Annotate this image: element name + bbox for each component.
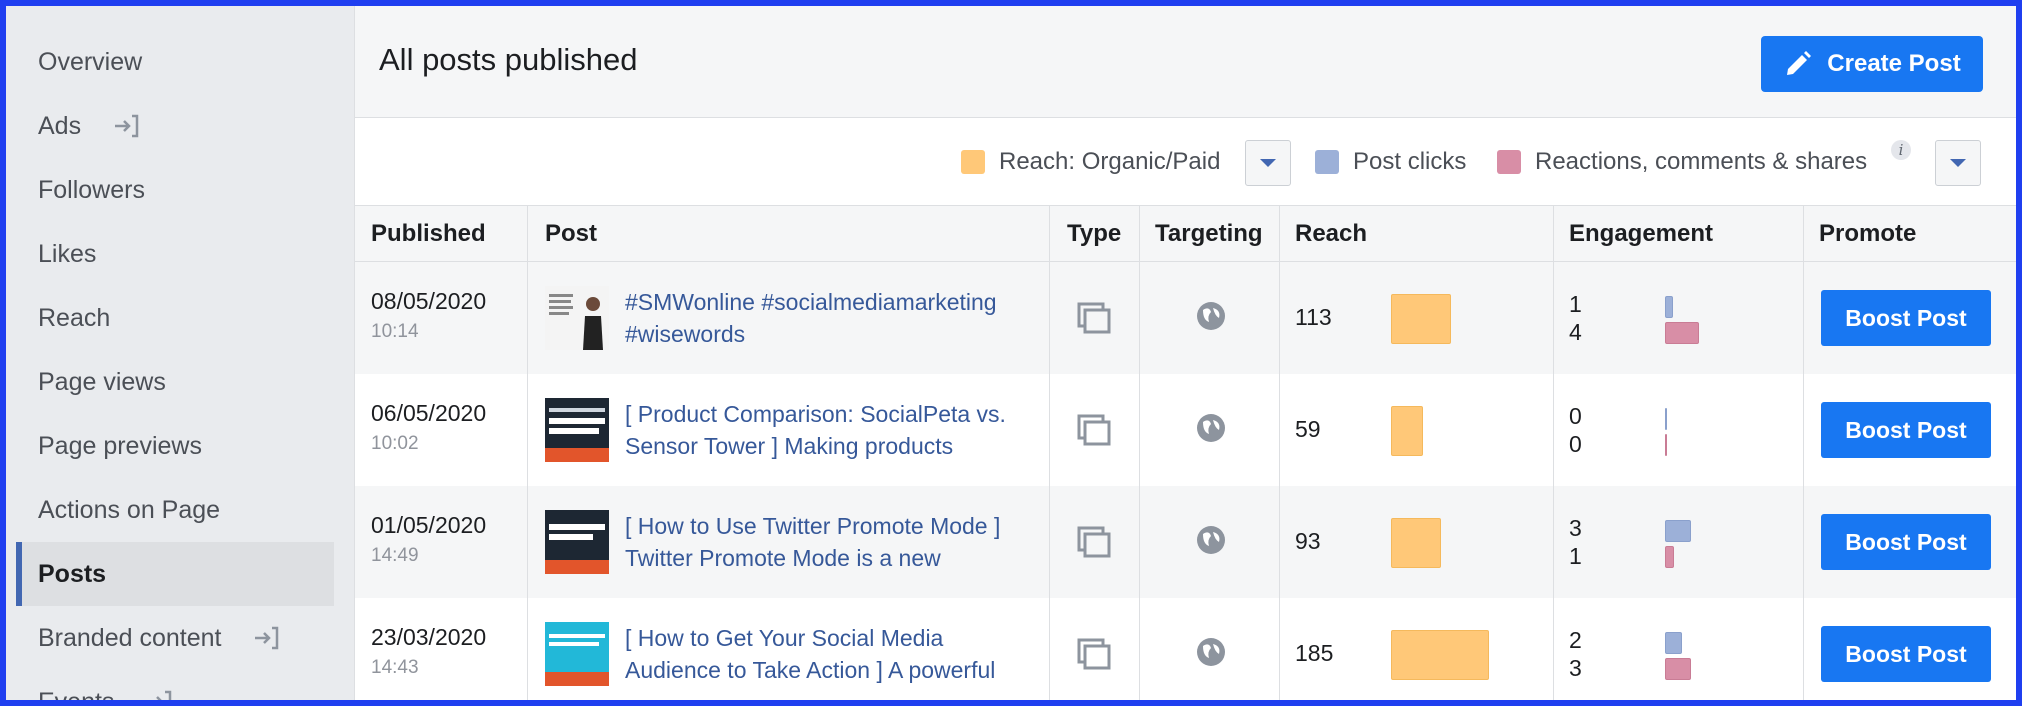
globe-icon bbox=[1197, 414, 1225, 442]
engagement-values: 1 4 bbox=[1569, 291, 1582, 345]
column-reach[interactable]: Reach bbox=[1295, 206, 1367, 262]
post-title-link[interactable]: #SMWonline #socialmediamarketing #wisewo… bbox=[625, 286, 1035, 350]
published-cell: 23/03/2020 14:43 bbox=[371, 624, 487, 678]
legend-reach: Reach: Organic/Paid bbox=[961, 118, 1220, 206]
sidebar-item-reach[interactable]: Reach bbox=[16, 286, 334, 350]
clicks-bar[interactable] bbox=[1665, 408, 1667, 430]
boost-post-button[interactable]: Boost Post bbox=[1821, 402, 1991, 458]
reach-value: 93 bbox=[1295, 528, 1321, 554]
sidebar: Overview Ads Followers Likes Reach Page … bbox=[6, 6, 354, 700]
multi-photo-post-type-icon bbox=[1077, 302, 1111, 334]
pencil-icon bbox=[1787, 51, 1812, 75]
reach-bar[interactable] bbox=[1391, 630, 1489, 680]
reach-value: 59 bbox=[1295, 416, 1321, 442]
reactions-bar[interactable] bbox=[1665, 434, 1667, 456]
reach-value: 113 bbox=[1295, 304, 1332, 330]
sidebar-item-overview[interactable]: Overview bbox=[16, 30, 334, 94]
multi-photo-post-type-icon bbox=[1077, 638, 1111, 670]
legend-post-clicks: Post clicks bbox=[1315, 118, 1466, 206]
post-title-link[interactable]: [ How to Get Your Social Media Audience … bbox=[625, 622, 1035, 686]
sidebar-item-events[interactable]: Events bbox=[16, 670, 334, 700]
clicks-bar[interactable] bbox=[1665, 520, 1691, 542]
column-divider bbox=[1049, 206, 1050, 700]
post-thumbnail-image bbox=[545, 510, 609, 574]
published-cell: 01/05/2020 14:49 bbox=[371, 512, 487, 566]
engagement-values: 2 3 bbox=[1569, 627, 1582, 681]
post-thumbnail-image bbox=[545, 622, 609, 686]
table-row: 06/05/2020 10:02 [ Product Comparison: S… bbox=[355, 374, 2016, 486]
sidebar-item-ads[interactable]: Ads bbox=[16, 94, 334, 158]
reach-value: 185 bbox=[1295, 640, 1334, 666]
reach-bar[interactable] bbox=[1391, 294, 1451, 344]
reactions-bar[interactable] bbox=[1665, 322, 1699, 344]
column-divider bbox=[1803, 206, 1804, 700]
reactions-bar[interactable] bbox=[1665, 546, 1674, 568]
multi-photo-post-type-icon bbox=[1077, 414, 1111, 446]
legend-reactions: Reactions, comments & shares bbox=[1497, 118, 1867, 206]
reach-swatch bbox=[961, 150, 985, 174]
post-thumbnail[interactable] bbox=[545, 510, 609, 574]
create-post-button[interactable]: Create Post bbox=[1761, 36, 1983, 92]
post-thumbnail-image bbox=[545, 398, 609, 462]
column-divider bbox=[1553, 206, 1554, 700]
published-cell: 08/05/2020 10:14 bbox=[371, 288, 487, 342]
post-thumbnail[interactable] bbox=[545, 286, 609, 350]
column-engagement[interactable]: Engagement bbox=[1569, 206, 1713, 262]
panel-header: All posts published Create Post bbox=[355, 6, 2016, 118]
table-row: 08/05/2020 10:14 #SMWonline #socialmedia… bbox=[355, 262, 2016, 374]
table-row: 01/05/2020 14:49 [ How to Use Twitter Pr… bbox=[355, 486, 2016, 598]
chevron-down-icon bbox=[1950, 159, 1966, 167]
table-row: 23/03/2020 14:43 [ How to Get Your Socia… bbox=[355, 598, 2016, 700]
boost-post-button[interactable]: Boost Post bbox=[1821, 514, 1991, 570]
reactions-bar[interactable] bbox=[1665, 658, 1691, 680]
boost-post-button[interactable]: Boost Post bbox=[1821, 290, 1991, 346]
column-divider bbox=[527, 206, 528, 700]
column-promote: Promote bbox=[1819, 220, 1917, 247]
chevron-down-icon bbox=[1260, 159, 1276, 167]
sidebar-item-likes[interactable]: Likes bbox=[16, 222, 334, 286]
reactions-swatch bbox=[1497, 150, 1521, 174]
column-targeting: Targeting bbox=[1155, 220, 1263, 247]
globe-icon bbox=[1197, 638, 1225, 666]
engagement-values: 0 0 bbox=[1569, 403, 1582, 457]
post-thumbnail-image bbox=[545, 286, 609, 350]
multi-photo-post-type-icon bbox=[1077, 526, 1111, 558]
page-title: All posts published bbox=[379, 42, 638, 77]
post-title-link[interactable]: [ How to Use Twitter Promote Mode ] Twit… bbox=[625, 510, 1035, 574]
post-thumbnail[interactable] bbox=[545, 622, 609, 686]
clicks-bar[interactable] bbox=[1665, 632, 1682, 654]
metrics-legend: Reach: Organic/Paid Post clicks Reaction… bbox=[355, 118, 2016, 206]
reach-metric-dropdown[interactable] bbox=[1245, 140, 1291, 186]
clicks-bar[interactable] bbox=[1665, 296, 1673, 318]
column-published[interactable]: Published bbox=[371, 206, 486, 262]
post-title-link[interactable]: [ Product Comparison: SocialPeta vs. Sen… bbox=[625, 398, 1035, 462]
globe-icon bbox=[1197, 526, 1225, 554]
sidebar-item-actions-on-page[interactable]: Actions on Page bbox=[16, 478, 334, 542]
boost-post-button[interactable]: Boost Post bbox=[1821, 626, 1991, 682]
reach-bar[interactable] bbox=[1391, 518, 1441, 568]
sidebar-item-page-previews[interactable]: Page previews bbox=[16, 414, 334, 478]
sidebar-item-followers[interactable]: Followers bbox=[16, 158, 334, 222]
column-divider bbox=[1279, 206, 1280, 700]
column-post: Post bbox=[545, 220, 598, 247]
posts-panel: All posts published Create Post Reach: O… bbox=[354, 6, 2016, 700]
sidebar-item-page-views[interactable]: Page views bbox=[16, 350, 334, 414]
sidebar-item-branded-content[interactable]: Branded content bbox=[16, 606, 334, 670]
external-link-icon bbox=[156, 690, 172, 700]
reach-bar[interactable] bbox=[1391, 406, 1423, 456]
table-header: Published Post Type Targeting Reach Enga… bbox=[355, 206, 2016, 262]
engagement-values: 3 1 bbox=[1569, 515, 1582, 569]
external-link-icon bbox=[115, 114, 139, 138]
column-divider bbox=[1139, 206, 1140, 700]
external-link-icon bbox=[255, 626, 279, 650]
clicks-swatch bbox=[1315, 150, 1339, 174]
info-icon[interactable]: i bbox=[1891, 140, 1911, 160]
post-thumbnail[interactable] bbox=[545, 398, 609, 462]
engagement-metric-dropdown[interactable] bbox=[1935, 140, 1981, 186]
globe-icon bbox=[1197, 302, 1225, 330]
sidebar-item-posts[interactable]: Posts bbox=[16, 542, 334, 606]
column-type: Type bbox=[1067, 220, 1122, 247]
published-cell: 06/05/2020 10:02 bbox=[371, 400, 487, 454]
